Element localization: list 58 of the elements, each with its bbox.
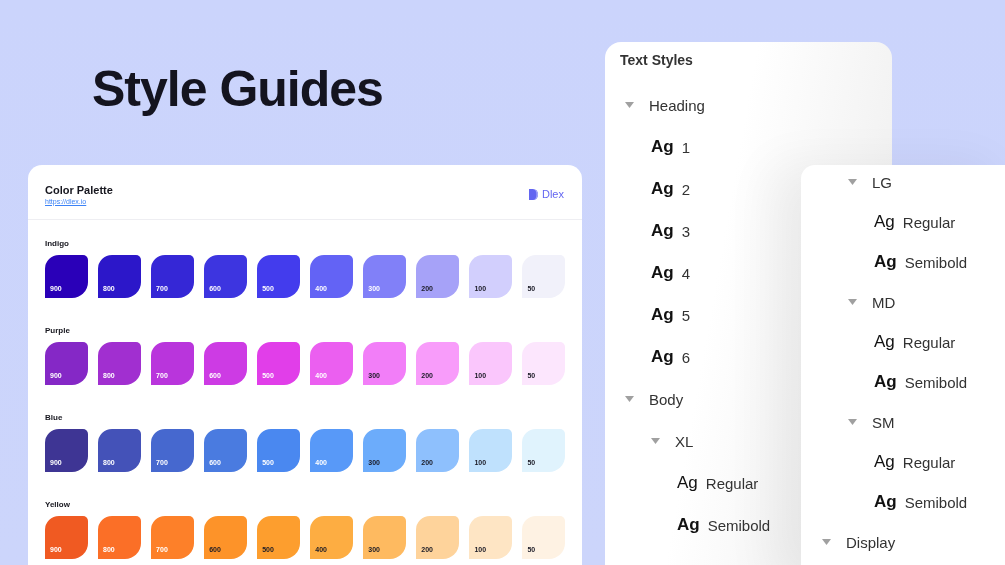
style-name: 5 (681, 306, 690, 324)
style-name: 6 (681, 348, 690, 366)
group-label: Display (846, 533, 896, 551)
page-title: Style Guides (92, 60, 383, 118)
style-name: Regular (902, 453, 956, 471)
brand-name: Dlex (542, 188, 564, 200)
type-sample: Ag (874, 332, 895, 352)
color-group-label: Blue (45, 413, 64, 422)
color-group-label: Indigo (45, 239, 70, 248)
type-sample: Ag (874, 252, 897, 272)
panel-title: Text Styles (620, 52, 694, 70)
group-label: Body (649, 390, 684, 408)
style-group-row[interactable]: XL (651, 420, 694, 462)
style-name: 2 (681, 180, 690, 198)
type-sample: Ag (874, 452, 895, 472)
brand-logo-icon (529, 188, 539, 200)
type-sample: Ag (651, 347, 674, 367)
style-group-row[interactable]: LG (848, 162, 892, 202)
style-name: 4 (681, 264, 690, 282)
style-group-row[interactable]: SM (848, 402, 895, 442)
style-name: Semibold (904, 373, 968, 391)
caret-icon[interactable] (848, 299, 857, 305)
color-group-label: Yellow (45, 500, 71, 509)
type-sample: Ag (874, 372, 897, 392)
caret-icon[interactable] (651, 438, 660, 444)
caret-icon[interactable] (848, 419, 857, 425)
type-sample: Ag (651, 221, 674, 241)
group-label: MD (872, 293, 896, 311)
group-label: Heading (649, 96, 705, 114)
group-label: LG (872, 173, 892, 191)
type-sample: Ag (874, 212, 895, 232)
style-name: Regular (902, 333, 956, 351)
style-name: 1 (681, 138, 690, 156)
style-name: 3 (681, 222, 690, 240)
style-name: Semibold (904, 253, 968, 271)
style-name: Semibold (707, 516, 771, 534)
style-name: Regular (902, 213, 956, 231)
type-sample: Ag (651, 137, 674, 157)
group-label: XL (675, 432, 694, 450)
card-title: Color Palette (45, 183, 113, 196)
type-sample: Ag (874, 492, 897, 512)
type-sample: Ag (651, 305, 674, 325)
type-sample: Ag (651, 179, 674, 199)
caret-icon[interactable] (625, 102, 634, 108)
style-group-row[interactable]: Display (822, 522, 896, 562)
style-group-row[interactable]: Body (625, 378, 684, 420)
group-label: SM (872, 413, 895, 431)
style-name: Semibold (904, 493, 968, 511)
color-group-label: Purple (45, 326, 71, 335)
type-sample: Ag (677, 515, 700, 535)
caret-icon[interactable] (848, 179, 857, 185)
style-group-row[interactable]: Heading (625, 84, 705, 126)
caret-icon[interactable] (822, 539, 831, 545)
style-group-row[interactable]: MD (848, 282, 896, 322)
caret-icon[interactable] (625, 396, 634, 402)
type-sample: Ag (677, 473, 698, 493)
style-name: Regular (705, 474, 759, 492)
type-sample: Ag (651, 263, 674, 283)
